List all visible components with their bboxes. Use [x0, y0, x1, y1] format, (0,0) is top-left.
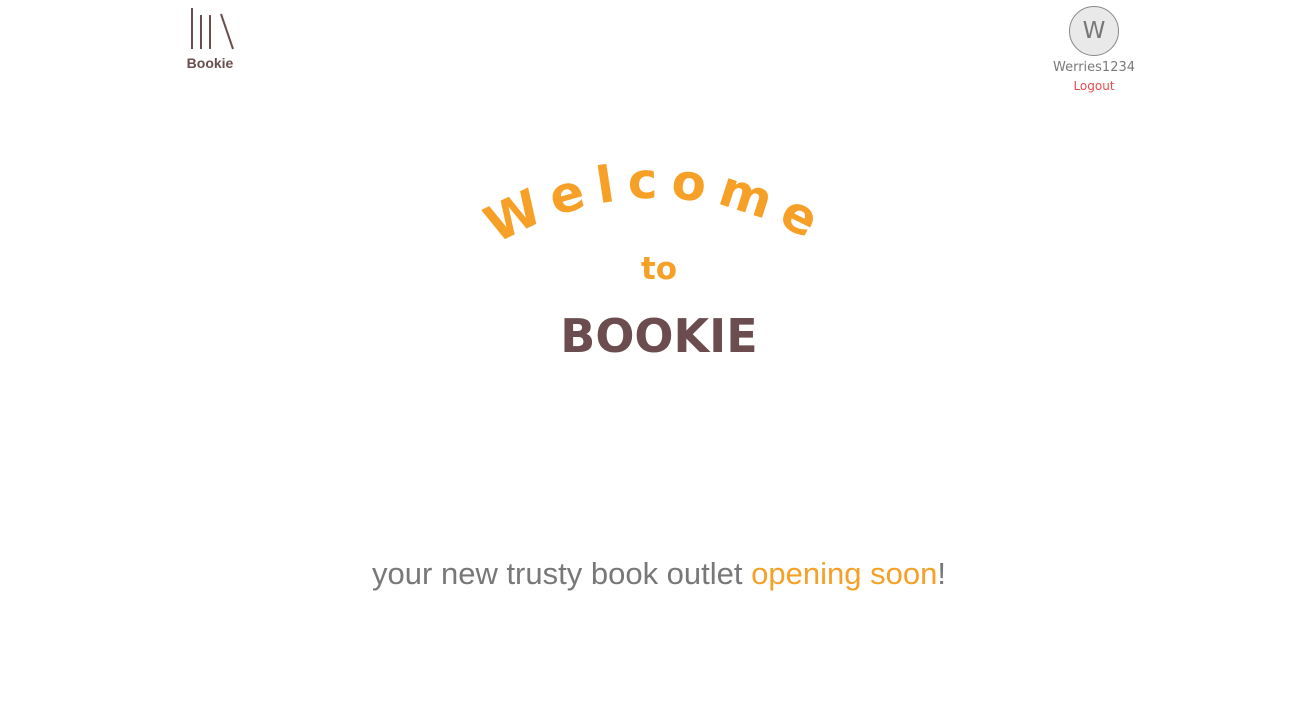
tagline-highlight: opening soon [751, 556, 938, 591]
welcome-heading: Welcome [476, 152, 839, 255]
avatar[interactable]: W [1069, 6, 1119, 56]
page: Bookie W Werries1234 Logout Welcome to B… [0, 0, 1309, 719]
tagline-suffix: ! [937, 556, 946, 591]
welcome-text: Welcome [476, 152, 827, 255]
svg-text:Welcome: Welcome [476, 152, 839, 255]
brand-title: BOOKIE [560, 309, 758, 363]
username: Werries1234 [1052, 60, 1136, 75]
logout-link[interactable]: Logout [1073, 79, 1114, 93]
user-menu: W Werries1234 Logout [1044, 6, 1144, 95]
bookshelf-icon [191, 8, 234, 50]
avatar-initial: W [1082, 18, 1106, 44]
tagline-prefix: your new trusty book outlet [372, 556, 752, 591]
to-text: to [640, 251, 678, 287]
logo-text: Bookie [186, 55, 234, 71]
tagline: your new trusty book outlet opening soon… [0, 556, 1309, 592]
logo-link[interactable]: Bookie [184, 6, 238, 72]
